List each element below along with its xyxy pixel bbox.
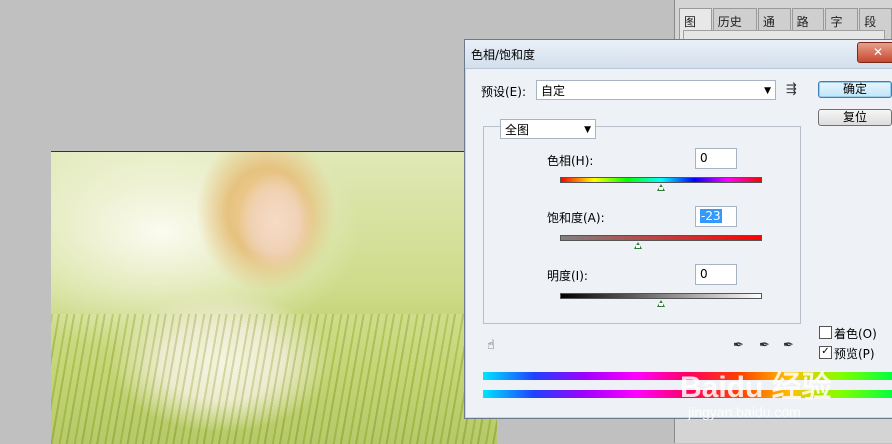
hue-input[interactable]: 0 bbox=[695, 148, 737, 169]
chevron-down-icon: ▼ bbox=[584, 125, 591, 135]
preset-select[interactable]: 自定 ▼ bbox=[536, 80, 776, 100]
watermark-url: jingyan.baidu.com bbox=[688, 404, 801, 420]
preset-options-icon[interactable]: ⇶ bbox=[786, 82, 797, 97]
eyedropper-plus-icon[interactable]: ✒ bbox=[759, 338, 770, 353]
chevron-down-icon: ▼ bbox=[764, 86, 771, 96]
eyedropper-minus-icon[interactable]: ✒ bbox=[783, 338, 794, 353]
channel-value: 全图 bbox=[505, 123, 530, 137]
lightness-input[interactable]: 0 bbox=[695, 264, 737, 285]
preset-value: 自定 bbox=[541, 84, 566, 98]
saturation-value: -23 bbox=[700, 209, 722, 223]
hand-adjust-icon[interactable]: ☝ bbox=[487, 338, 495, 353]
preview-label: 预览(P) bbox=[834, 347, 875, 361]
saturation-slider-thumb[interactable] bbox=[633, 242, 642, 249]
photo-grass bbox=[51, 314, 497, 444]
saturation-input[interactable]: -23 bbox=[695, 206, 737, 227]
preset-label: 预设(E): bbox=[481, 85, 526, 99]
dialog-titlebar[interactable]: 色相/饱和度 ✕ bbox=[465, 40, 892, 69]
hue-label: 色相(H): bbox=[547, 154, 594, 168]
watermark-logo: Baidu 经验 bbox=[680, 371, 832, 404]
eyedropper-icon[interactable]: ✒ bbox=[733, 338, 744, 353]
saturation-slider-track[interactable] bbox=[560, 235, 762, 241]
close-button[interactable]: ✕ bbox=[857, 42, 892, 63]
lightness-slider-thumb[interactable] bbox=[657, 300, 665, 307]
hue-slider-thumb[interactable] bbox=[657, 184, 665, 191]
reset-button[interactable]: 复位 bbox=[818, 109, 892, 126]
preview-checkbox[interactable]: ✓ bbox=[819, 346, 832, 359]
channel-select[interactable]: 全图 ▼ bbox=[500, 119, 596, 139]
colorize-label: 着色(O) bbox=[834, 327, 877, 341]
lightness-label: 明度(I): bbox=[547, 269, 588, 283]
dialog-title: 色相/饱和度 bbox=[471, 48, 536, 62]
adjustment-group: 全图 ▼ 色相(H): 0 饱和度(A): -23 明度(I): 0 bbox=[483, 119, 801, 324]
colorize-checkbox[interactable] bbox=[819, 326, 832, 339]
hue-slider-track[interactable] bbox=[560, 177, 762, 183]
ok-button[interactable]: 确定 bbox=[818, 81, 892, 98]
saturation-label: 饱和度(A): bbox=[547, 211, 605, 225]
lightness-slider-track[interactable] bbox=[560, 293, 762, 299]
document-photo[interactable] bbox=[51, 151, 497, 444]
